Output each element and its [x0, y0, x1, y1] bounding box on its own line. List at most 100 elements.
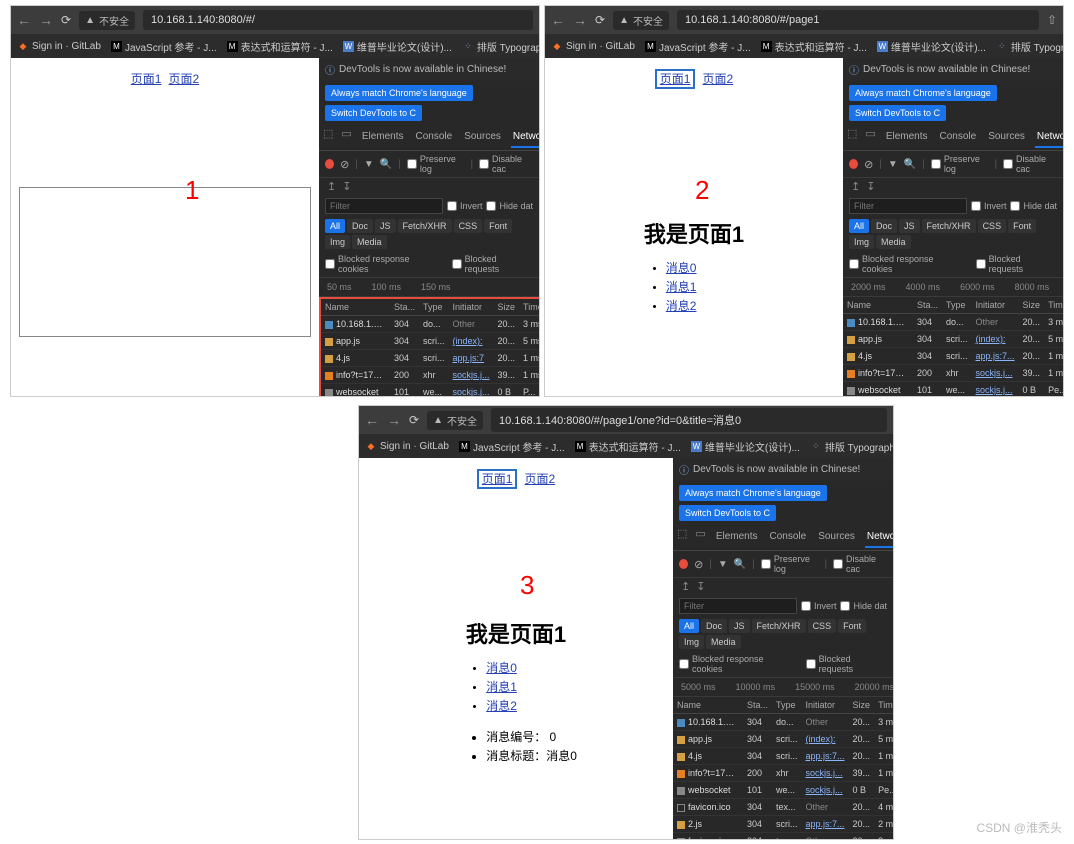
network-row[interactable]: app.js 304scri... (index): 20...5 ms: [843, 331, 1064, 348]
link-page1[interactable]: 页面1: [655, 69, 696, 89]
search-icon[interactable]: 🔍: [380, 159, 392, 170]
type-filter-img[interactable]: Img: [325, 235, 350, 249]
type-filter-doc[interactable]: Doc: [871, 219, 897, 233]
type-filter-fetch/xhr[interactable]: Fetch/XHR: [922, 219, 976, 233]
clear-icon[interactable]: ⊘: [340, 158, 349, 171]
disable-cache-checkbox[interactable]: Disable cac: [479, 154, 533, 174]
inspect-icon[interactable]: ⬚: [847, 127, 857, 148]
url-bar[interactable]: 10.168.1.140:8080/#/page1: [677, 10, 1039, 30]
type-filter-media[interactable]: Media: [706, 635, 741, 649]
col-initiator[interactable]: Initiator: [802, 697, 849, 714]
link-page2[interactable]: 页面2: [525, 472, 556, 486]
msg-link-1[interactable]: 消息1: [666, 278, 835, 295]
type-filter-js[interactable]: JS: [899, 219, 920, 233]
blocked-cookies-checkbox[interactable]: Blocked response cookies: [849, 254, 966, 274]
network-row[interactable]: websocket 101we... sockjs.j... 0 BPe...: [843, 382, 1064, 398]
url-bar[interactable]: 10.168.1.140:8080/#/: [143, 10, 533, 30]
col-type[interactable]: Type: [942, 297, 972, 314]
back-icon[interactable]: ←: [551, 12, 565, 28]
tab-elements[interactable]: Elements: [884, 127, 930, 148]
disable-cache-checkbox[interactable]: Disable cac: [1003, 154, 1057, 174]
network-row[interactable]: 10.168.1.140 304do... Other 20...3 ms: [320, 316, 540, 333]
network-row[interactable]: websocket 101we... sockjs.j... 0 BPe...: [673, 782, 894, 799]
type-filter-fetch/xhr[interactable]: Fetch/XHR: [752, 619, 806, 633]
tab-network[interactable]: Netwo: [511, 127, 540, 148]
col-time[interactable]: Time: [1044, 297, 1064, 314]
filter-input[interactable]: [679, 598, 797, 614]
col-time[interactable]: Time: [519, 298, 540, 316]
tab-network[interactable]: Netwo: [865, 527, 894, 548]
bookmark-thesis[interactable]: W维普毕业论文(设计)...: [691, 439, 800, 454]
inspect-icon[interactable]: ⬚: [677, 527, 687, 548]
upload-icon[interactable]: ↥: [681, 580, 690, 593]
hide-data-checkbox[interactable]: Hide dat: [486, 201, 533, 211]
tab-elements[interactable]: Elements: [360, 127, 406, 148]
tab-console[interactable]: Console: [768, 527, 809, 548]
link-page1[interactable]: 页面1: [477, 469, 518, 489]
type-filter-css[interactable]: CSS: [978, 219, 1007, 233]
col-type[interactable]: Type: [419, 298, 449, 316]
col-status[interactable]: Sta...: [913, 297, 942, 314]
search-icon[interactable]: 🔍: [904, 159, 916, 170]
preserve-log-checkbox[interactable]: Preserve log: [407, 154, 465, 174]
filter-input[interactable]: [849, 198, 967, 214]
msg-link-2[interactable]: 消息2: [666, 297, 835, 314]
blocked-requests-checkbox[interactable]: Blocked requests: [976, 254, 1057, 274]
record-icon[interactable]: [679, 559, 688, 569]
insecure-badge[interactable]: ▲ 不安全: [613, 11, 669, 30]
type-filter-font[interactable]: Font: [838, 619, 866, 633]
forward-icon[interactable]: →: [387, 412, 401, 428]
tab-sources[interactable]: Sources: [986, 127, 1027, 148]
btn-switch-lang[interactable]: Switch DevTools to C: [325, 105, 422, 121]
type-filter-doc[interactable]: Doc: [347, 219, 373, 233]
forward-icon[interactable]: →: [39, 12, 53, 28]
inspect-icon[interactable]: ⬚: [323, 127, 333, 148]
col-status[interactable]: Sta...: [390, 298, 419, 316]
reload-icon[interactable]: ⟳: [61, 13, 71, 27]
network-row[interactable]: info?t=170116... 200xhr sockjs.j... 39..…: [673, 765, 894, 782]
device-icon[interactable]: ▭: [695, 527, 705, 548]
bookmark-gitlab[interactable]: ◆Sign in · GitLab: [365, 440, 449, 452]
network-row[interactable]: websocket 101we... sockjs.j... 0 BP...: [320, 384, 540, 398]
type-filter-js[interactable]: JS: [729, 619, 750, 633]
col-type[interactable]: Type: [772, 697, 802, 714]
disable-cache-checkbox[interactable]: Disable cac: [833, 554, 887, 574]
bookmark-mdn[interactable]: MJavaScript 参考 - J...: [645, 39, 751, 54]
back-icon[interactable]: ←: [365, 412, 379, 428]
type-filter-all[interactable]: All: [679, 619, 699, 633]
bookmark-mdn[interactable]: MJavaScript 参考 - J...: [111, 39, 217, 54]
col-initiator[interactable]: Initiator: [972, 297, 1019, 314]
insecure-badge[interactable]: ▲ 不安全: [79, 11, 135, 30]
preserve-log-checkbox[interactable]: Preserve log: [761, 554, 819, 574]
type-filter-font[interactable]: Font: [1008, 219, 1036, 233]
type-filter-media[interactable]: Media: [876, 235, 911, 249]
device-icon[interactable]: ▭: [865, 127, 875, 148]
col-size[interactable]: Size: [1019, 297, 1045, 314]
bookmark-thesis[interactable]: W维普毕业论文(设计)...: [343, 39, 452, 54]
search-icon[interactable]: 🔍: [734, 559, 746, 570]
col-initiator[interactable]: Initiator: [449, 298, 494, 316]
network-row[interactable]: 10.168.1.140 304do... Other 20...3 ms: [673, 714, 894, 731]
btn-match-lang[interactable]: Always match Chrome's language: [325, 85, 473, 101]
preserve-log-checkbox[interactable]: Preserve log: [931, 154, 989, 174]
type-filter-all[interactable]: All: [325, 219, 345, 233]
bookmark-expr[interactable]: M表达式和运算符 - J...: [575, 439, 681, 454]
msg-link-0[interactable]: 消息0: [666, 259, 835, 276]
blocked-requests-checkbox[interactable]: Blocked requests: [806, 654, 887, 674]
reload-icon[interactable]: ⟳: [595, 13, 605, 27]
reload-icon[interactable]: ⟳: [409, 413, 419, 427]
col-name[interactable]: Name: [673, 697, 743, 714]
bookmark-expr[interactable]: M表达式和运算符 - J...: [761, 39, 867, 54]
col-status[interactable]: Sta...: [743, 697, 772, 714]
network-row[interactable]: info?t=170116... 200xhr sockjs.j... 39..…: [843, 365, 1064, 382]
tab-sources[interactable]: Sources: [462, 127, 503, 148]
url-bar[interactable]: 10.168.1.140:8080/#/page1/one?id=0&title…: [491, 408, 887, 432]
link-page2[interactable]: 页面2: [169, 72, 200, 86]
record-icon[interactable]: [849, 159, 858, 169]
network-row[interactable]: app.js 304scri... (index): 20...5 ms: [673, 731, 894, 748]
back-icon[interactable]: ←: [17, 12, 31, 28]
invert-checkbox[interactable]: Invert: [447, 201, 483, 211]
bookmark-expr[interactable]: M表达式和运算符 - J...: [227, 39, 333, 54]
filter-icon[interactable]: ▼: [718, 559, 728, 570]
type-filter-img[interactable]: Img: [849, 235, 874, 249]
